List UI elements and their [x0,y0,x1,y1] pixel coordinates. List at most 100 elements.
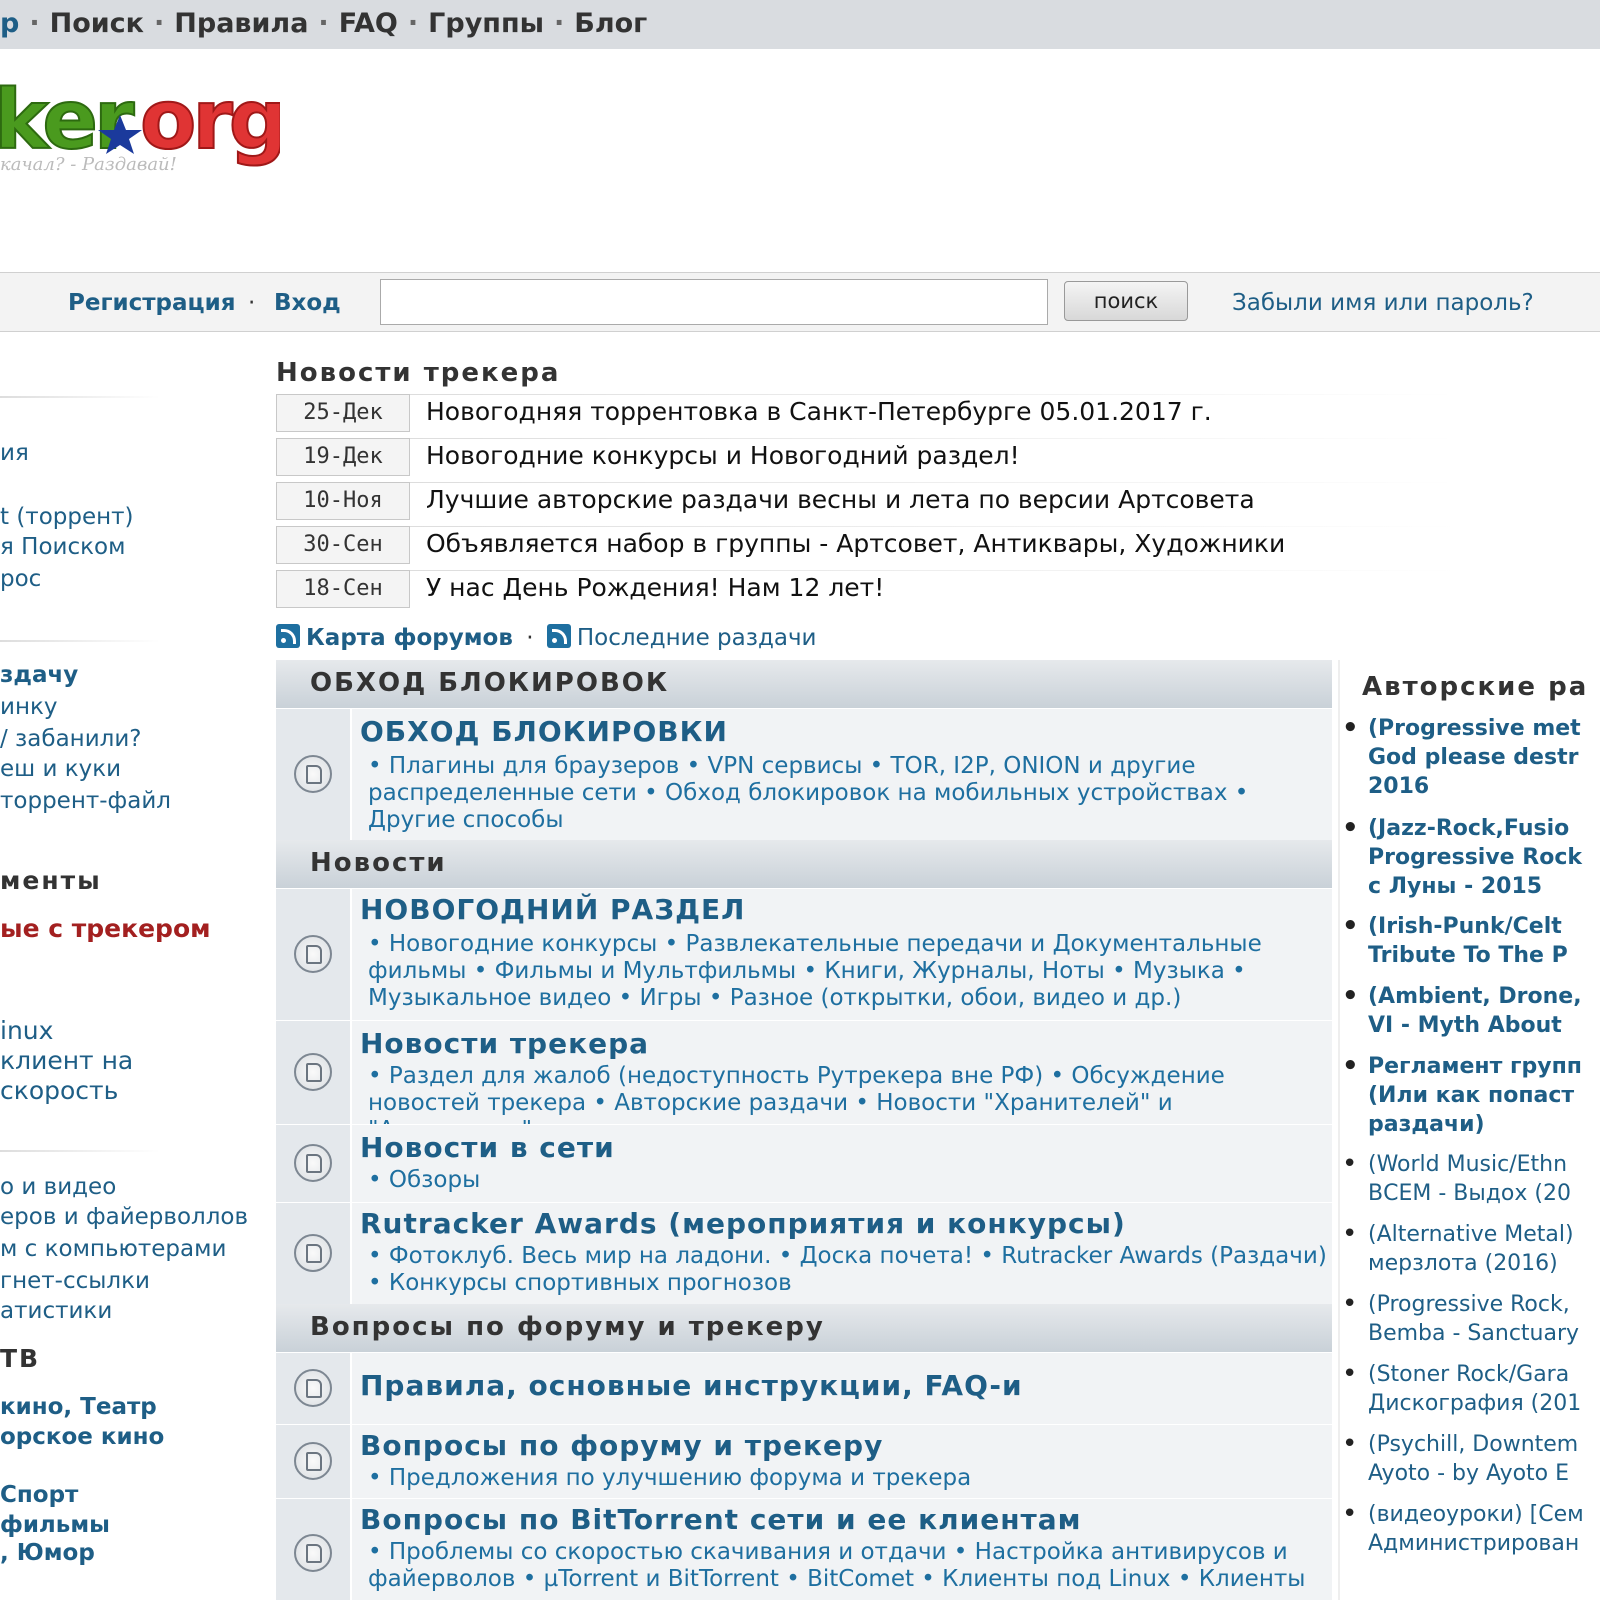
search-input[interactable] [380,279,1048,325]
forum-map-links: Карта форумов · Последние раздачи [276,624,817,651]
topnav-item-rules[interactable]: Правила [174,8,308,39]
subforum-list[interactable]: • Обзоры [368,1167,1328,1194]
forum-folder-icon [294,1143,332,1182]
right-sidebar: Авторские ра (Progressive met God please … [1338,660,1600,1600]
sidebar-link[interactable]: скорость [0,1076,118,1105]
forum-title[interactable]: НОВОГОДНИЙ РАЗДЕЛ [360,893,745,926]
news-link[interactable]: Новогодняя торрентовка в Санкт-Петербург… [426,397,1212,426]
topnav-item-search[interactable]: Поиск [50,8,144,39]
sidebar-link[interactable]: Спорт [0,1482,78,1508]
category-header[interactable]: Вопросы по форуму и трекеру [276,1304,1332,1352]
author-release-link[interactable]: (Psychill, Downtem Ayoto - by Ayoto E [1342,1430,1600,1488]
news-divider [410,438,1460,439]
news-link[interactable]: Объявляется набор в группы - Артсовет, А… [426,529,1285,558]
sidebar-link[interactable]: о и видео [0,1174,116,1200]
search-button[interactable]: поиск [1064,281,1188,321]
author-release-line: Bemba - Sanctuary [1368,1321,1580,1346]
category-header[interactable]: Новости [276,840,1332,888]
author-release-line: Администрирован [1368,1531,1580,1556]
forum-title[interactable]: Вопросы по BitTorrent сети и ее клиентам [360,1503,1082,1536]
topnav-item-faq[interactable]: FAQ [339,8,398,39]
news-link[interactable]: Лучшие авторские раздачи весны и лета по… [426,485,1255,514]
left-sidebar: ия t (торрент) я Поиском рос здачу инку … [0,340,270,1600]
forgot-password-link[interactable]: Забыли имя или пароль? [1232,290,1534,316]
sidebar-link[interactable]: торрент-файл [0,788,171,814]
sidebar-heading: менты [0,866,102,895]
rss-icon[interactable] [546,624,571,648]
login-link[interactable]: Вход [274,290,341,316]
category-header[interactable]: ОБХОД БЛОКИРОВОК [276,660,1332,708]
sidebar-link[interactable]: я Поиском [0,534,125,560]
rss-icon[interactable] [276,624,300,648]
sidebar-link[interactable]: t (торрент) [0,504,134,530]
author-release-link[interactable]: (Progressive Rock, Bemba - Sanctuary [1342,1290,1600,1348]
author-release-line: ВСЕМ - Выдох (20 [1368,1181,1571,1206]
latest-releases-link[interactable]: Последние раздачи [577,625,817,651]
topnav-item-partial[interactable]: р [0,8,19,39]
forum-status-cell [276,1353,352,1424]
topnav-item-blog[interactable]: Блог [574,8,647,39]
forum-map-link[interactable]: Карта форумов [306,625,513,651]
forum-row: НОВОГОДНИЙ РАЗДЕЛ • Новогодние конкурсы … [276,888,1332,1020]
sidebar-link[interactable]: атистики [0,1298,112,1324]
sidebar-link[interactable]: рос [0,566,41,592]
forum-title[interactable]: ОБХОД БЛОКИРОВКИ [360,715,728,748]
news-date: 25-Дек [276,394,410,432]
author-release-link[interactable]: (Jazz-Rock,Fusio Progressive Rock с Луны -… [1342,814,1600,901]
author-release-link[interactable]: (Stoner Rock/Gara Дискография (201 [1342,1360,1600,1418]
sidebar-link[interactable]: еров и файерволлов [0,1204,248,1230]
forum-folder-icon [294,1533,332,1572]
author-release-link[interactable]: (World Music/Ethn ВСЕМ - Выдох (20 [1342,1150,1600,1208]
author-release-line: с Луны - 2015 [1368,874,1543,899]
sidebar-link[interactable]: здачу [0,662,78,688]
sidebar-link[interactable]: / забанили? [0,726,142,752]
news-divider [410,570,1460,571]
forum-title[interactable]: Правила, основные инструкции, FAQ-и [360,1369,1023,1402]
sidebar-link[interactable]: кино, Театр [0,1394,157,1420]
site-logo[interactable]: ker org качал? - Раздавай! [0,60,288,180]
news-date: 19-Дек [276,438,410,476]
author-release-line: (World Music/Ethn [1368,1152,1568,1177]
topnav-separator: · [29,8,40,39]
forum-status-cell [276,1125,352,1202]
sidebar-link[interactable]: инку [0,694,58,720]
forum-status-cell [276,1425,352,1498]
sidebar-link[interactable]: клиент на [0,1046,133,1075]
author-release-line: Регламент групп [1368,1054,1582,1079]
subforum-list[interactable]: • Предложения по улучшению форума и трек… [368,1465,1328,1492]
forum-title[interactable]: Вопросы по форуму и трекеру [360,1429,883,1462]
sidebar-link[interactable]: орское кино [0,1424,164,1450]
author-release-link[interactable]: (Ambient, Drone, VI - Myth About [1342,982,1600,1040]
sidebar-link-highlight[interactable]: ые с трекером [0,914,211,943]
topnav-item-groups[interactable]: Группы [428,8,544,39]
forum-title[interactable]: Новости трекера [360,1027,649,1060]
forum-title[interactable]: Новости в сети [360,1131,615,1164]
author-release-line: Ayoto - by Ayoto E [1368,1461,1570,1486]
author-release-link[interactable]: Регламент групп (Или как попаст раздачи) [1342,1052,1600,1139]
sidebar-divider [0,396,160,398]
forum-title[interactable]: Rutracker Awards (мероприятия и конкурсы… [360,1207,1126,1240]
sidebar-link[interactable]: inux [0,1016,53,1045]
register-link[interactable]: Регистрация [68,290,235,316]
sidebar-link[interactable]: ия [0,440,29,466]
forum-row: ОБХОД БЛОКИРОВКИ • Плагины для браузеров… [276,708,1332,840]
author-release-link[interactable]: (Alternative Metal) мерзлота (2016) [1342,1220,1600,1278]
news-link[interactable]: У нас День Рождения! Нам 12 лет! [426,573,884,602]
sidebar-link[interactable]: гнет-ссылки [0,1268,150,1294]
sidebar-link[interactable]: , Юмор [0,1540,95,1566]
author-release-line: (Psychill, Downtem [1368,1432,1579,1457]
sidebar-link[interactable]: м с компьютерами [0,1236,226,1262]
author-release-link[interactable]: (видеоуроки) [Сем Администрирован [1342,1500,1600,1558]
forum-folder-icon [294,1441,332,1480]
author-release-link[interactable]: (Progressive met God please destr 2016 [1342,714,1600,801]
subforum-list[interactable]: • Плагины для браузеров • VPN сервисы • … [368,753,1328,834]
sidebar-link[interactable]: еш и куки [0,756,121,782]
topnav-separator: · [554,8,565,39]
sidebar-link[interactable]: фильмы [0,1512,110,1538]
subforum-list[interactable]: • Проблемы со скоростью скачивания и отд… [368,1539,1328,1593]
author-release-link[interactable]: (Irish-Punk/Celt Tribute To The P [1342,912,1600,970]
news-link[interactable]: Новогодние конкурсы и Новогодний раздел! [426,441,1020,470]
subforum-list[interactable]: • Новогодние конкурсы • Развлекательные … [368,931,1328,1012]
forum-status-cell [276,889,352,1020]
subforum-list[interactable]: • Фотоклуб. Весь мир на ладони. • Доска … [368,1243,1328,1297]
